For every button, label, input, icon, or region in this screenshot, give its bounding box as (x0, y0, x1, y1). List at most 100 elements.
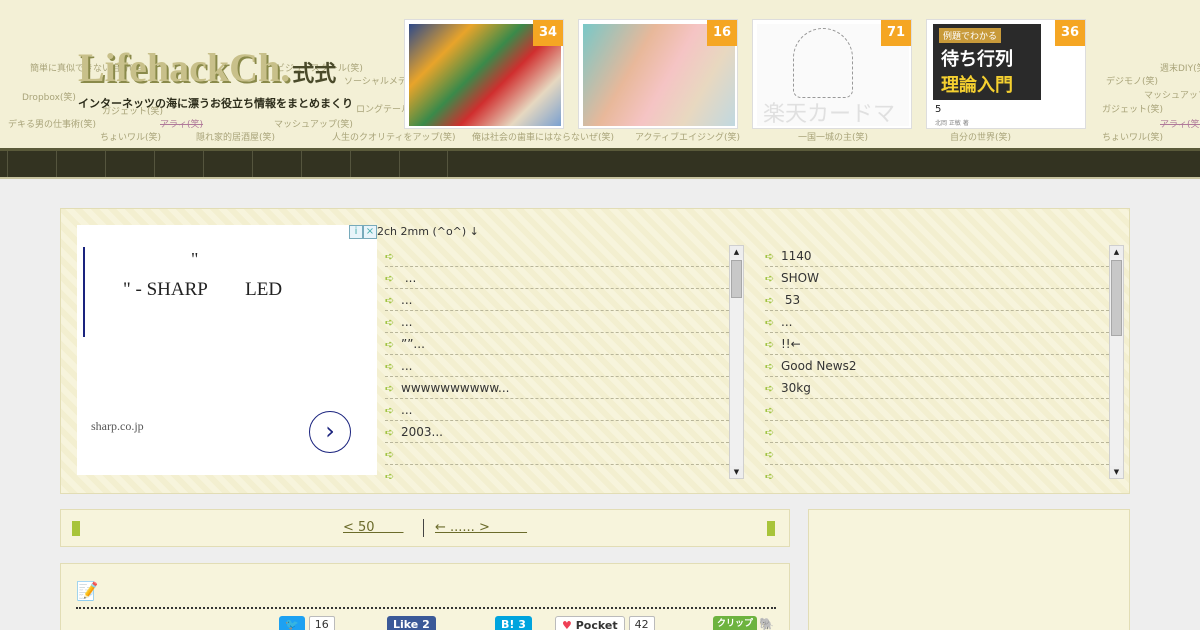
comment-count-badge: 36 (1055, 20, 1085, 46)
ad-info-icon[interactable]: i (349, 225, 363, 239)
tag-item[interactable]: マッシュアップ(笑) (274, 117, 353, 130)
scroll-up-icon[interactable]: ▲ (730, 246, 743, 258)
logo-suffix: 式式 (292, 62, 337, 87)
tag-item[interactable]: ロングテール (356, 102, 410, 115)
ad-choices[interactable]: i × (349, 225, 377, 239)
feed-item[interactable]: ➪ (765, 399, 1109, 421)
tag-item[interactable]: ちょいワル(笑) (100, 130, 161, 143)
feed-scrollbar[interactable]: ▲ ▼ (729, 245, 744, 479)
arrow-icon: ➪ (765, 470, 775, 479)
twitter-icon[interactable]: 🐦 (279, 615, 305, 630)
share-twitter[interactable]: 🐦 16 (279, 615, 335, 630)
nav-item[interactable] (350, 151, 399, 177)
tag-item[interactable]: 自分の世界(笑) (950, 130, 1011, 143)
feed-item[interactable]: ➪””... (385, 333, 729, 355)
share-hatena[interactable]: B! 3 (495, 615, 532, 630)
arrow-icon: ➪ (765, 316, 775, 329)
arrow-icon: ➪ (765, 404, 775, 417)
nav-item[interactable] (154, 151, 203, 177)
arrow-icon: ➪ (765, 294, 775, 307)
feed-item[interactable]: ➪... (385, 355, 729, 377)
tag-item[interactable]: 一国一城の主(笑) (798, 130, 868, 143)
ad-close-icon[interactable]: × (363, 225, 377, 239)
feed-item[interactable]: ➪ SHOW (765, 267, 1109, 289)
nav-item[interactable] (301, 151, 350, 177)
feed-item[interactable]: ➪... (385, 399, 729, 421)
feed-item[interactable]: ➪ (385, 245, 729, 267)
feed-item[interactable]: ➪ 53 (765, 289, 1109, 311)
site-header: 簡単に真似できない自分(笑) Dropbox(笑) デキる男の仕事術(笑) ちょ… (0, 0, 1200, 148)
site-logo[interactable]: LifehackCh.式式 インターネッツの海に漂うお役立ち情報をまとめまくり (78, 46, 353, 111)
feed-item[interactable]: ➪ (765, 443, 1109, 465)
tag-item[interactable]: アクティブエイジング(笑) (635, 130, 740, 143)
ad-accent-bar (83, 247, 85, 337)
share-evernote[interactable]: クリップ 🐘 (713, 615, 774, 630)
popular-article-thumbnail[interactable]: 16 (578, 19, 738, 129)
feed-item[interactable]: ➪ (385, 465, 729, 479)
arrow-icon: ➪ (385, 294, 395, 307)
hatena-bookmark-button[interactable]: B! 3 (495, 615, 532, 630)
pocket-button[interactable]: ♥ Pocket (555, 615, 625, 630)
tag-item[interactable]: デキる男の仕事術(笑) (8, 117, 96, 130)
feed-item[interactable]: ➪... (385, 311, 729, 333)
tag-item[interactable]: ちょいワル(笑) (1102, 130, 1163, 143)
share-facebook[interactable]: Like 2 (387, 615, 436, 630)
popular-article-thumbnail[interactable]: 例題でわかる 待ち行列 理論入門 5 北岡 正敏 著 36 (926, 19, 1086, 129)
evernote-clip-button[interactable]: クリップ (713, 615, 758, 630)
feed-item[interactable]: ➪ ... (385, 267, 729, 289)
scroll-down-icon[interactable]: ▼ (1110, 466, 1123, 478)
book-title-line2: 理論入門 (941, 75, 1013, 96)
feed-item[interactable]: ➪ (765, 421, 1109, 443)
nav-item[interactable] (399, 151, 448, 177)
arrow-icon: ➪ (765, 360, 775, 373)
nav-item[interactable] (105, 151, 154, 177)
tag-item[interactable]: 人生のクオリティをアップ(笑) (332, 130, 455, 143)
twitter-count: 16 (308, 615, 335, 630)
tag-item[interactable]: デジモノ(笑) (1106, 74, 1158, 87)
feed-item[interactable]: ➪ 1140 (765, 245, 1109, 267)
next-article-link[interactable]: ← ...... > (435, 520, 527, 535)
logo-text: LifehackCh. (78, 45, 291, 90)
feed-item[interactable]: ➪ (765, 465, 1109, 479)
nav-item[interactable] (7, 151, 56, 177)
book-title-line1: 待ち行列 (941, 49, 1013, 70)
arrow-icon: ➪ (385, 470, 395, 479)
feed-item[interactable]: ➪ 2003... (385, 421, 729, 443)
arrow-icon: ➪ (765, 272, 775, 285)
ad-arrow-icon[interactable]: › (309, 411, 351, 453)
tag-item[interactable]: 隠れ家的居酒屋(笑) (196, 130, 275, 143)
share-pocket[interactable]: ♥ Pocket 42 (555, 615, 655, 630)
feed-item[interactable]: ➪ Good News2 (765, 355, 1109, 377)
popular-article-thumbnail[interactable]: 楽天カードマン 71 (752, 19, 912, 129)
tag-item[interactable]: 週末DIY(笑) (1160, 61, 1200, 74)
tag-item[interactable]: ガジェット(笑) (1102, 102, 1163, 115)
feed-item[interactable]: ➪ !!← (765, 333, 1109, 355)
arrow-icon: ➪ (385, 382, 395, 395)
feed-item[interactable]: ➪ 30kg (765, 377, 1109, 399)
nav-item[interactable] (56, 151, 105, 177)
tag-item[interactable]: Dropbox(笑) (22, 90, 76, 103)
tag-item[interactable]: アラィ(笑) (160, 117, 203, 130)
scroll-thumb[interactable] (1111, 260, 1122, 336)
facebook-like-button[interactable]: Like 2 (387, 615, 436, 630)
ad-domain: sharp.co.jp (91, 419, 144, 433)
tag-item[interactable]: マッシュアップ(笑) (1144, 88, 1200, 101)
scroll-down-icon[interactable]: ▼ (730, 466, 743, 478)
book-banner: 例題でわかる (939, 28, 1002, 43)
popular-article-thumbnail[interactable]: 34 (404, 19, 564, 129)
feed-item[interactable]: ➪ (385, 443, 729, 465)
nav-item[interactable] (203, 151, 252, 177)
nav-item[interactable] (252, 151, 301, 177)
evernote-icon: 🐘 (759, 617, 774, 630)
tag-item[interactable]: アラィ(笑) (1160, 117, 1200, 130)
feed-item[interactable]: ➪... (765, 311, 1109, 333)
prev-article-link[interactable]: < 50 (343, 520, 404, 535)
scroll-up-icon[interactable]: ▲ (1110, 246, 1123, 258)
feed-item[interactable]: ➪ wwwwwwwwww... (385, 377, 729, 399)
feed-scrollbar[interactable]: ▲ ▼ (1109, 245, 1124, 479)
scroll-thumb[interactable] (731, 260, 742, 298)
feed-item[interactable]: ➪... (385, 289, 729, 311)
tag-item[interactable]: 俺は社会の歯車にはならないぜ(笑) (472, 130, 614, 143)
comment-count-badge: 34 (533, 20, 563, 46)
advertisement[interactable]: i × " " - SHARP LED sharp.co.jp › (77, 225, 377, 475)
